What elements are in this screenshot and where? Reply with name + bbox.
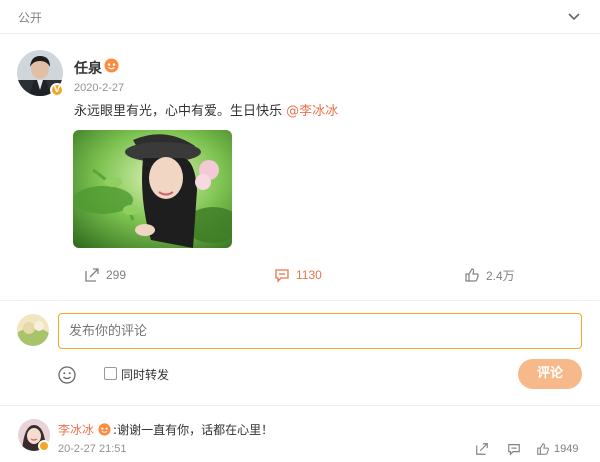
comment-button[interactable]: 1130 [274, 266, 322, 284]
comment-icon[interactable] [507, 441, 521, 457]
thumbs-up-icon [537, 443, 549, 455]
comment-text: 谢谢一直有你，话都在心里！ [117, 423, 274, 437]
commenter-name[interactable]: 李冰冰 [58, 421, 94, 438]
share-icon [85, 268, 99, 282]
comment-like-count: 1949 [554, 443, 579, 455]
like-button[interactable]: 2.4万 [464, 266, 515, 284]
comment-time: 20-2-27 21:51 [58, 443, 127, 455]
current-user-avatar[interactable] [17, 314, 49, 346]
comment-like-button[interactable]: 1949 [536, 441, 578, 457]
verified-badge-icon: V [50, 83, 64, 97]
post-photo[interactable] [73, 130, 232, 248]
post-date[interactable]: 2020-2-27 [74, 82, 124, 94]
comment-count: 1130 [296, 268, 322, 282]
author-name[interactable]: 任泉 [74, 58, 102, 78]
visibility-label[interactable]: 公开 [18, 9, 42, 26]
comment-input[interactable] [58, 313, 582, 349]
vip-crown-icon[interactable] [104, 58, 119, 73]
share-icon[interactable] [475, 441, 489, 457]
vip-crown-icon [98, 423, 111, 436]
post-text: 永远眼里有光，心中有爱。生日快乐 @李冰冰 [74, 100, 338, 119]
post-header-bar: 公开 [0, 0, 600, 34]
divider [0, 300, 600, 301]
share-count: 299 [106, 268, 127, 282]
like-count: 2.4万 [486, 268, 515, 283]
thumbs-up-icon [465, 268, 479, 282]
divider [0, 405, 600, 406]
comment-line: 李冰冰 : 谢谢一直有你，话都在心里！ [58, 421, 273, 438]
repost-checkbox-label[interactable]: 同时转发 [121, 366, 169, 383]
comment-icon [275, 269, 289, 283]
repost-checkbox[interactable] [104, 367, 117, 380]
verified-badge-icon [38, 440, 50, 452]
emoji-icon[interactable] [58, 366, 76, 384]
post-text-body: 永远眼里有光，心中有爱。生日快乐 [74, 104, 287, 119]
mention-link[interactable]: @李冰冰 [286, 104, 338, 119]
submit-comment-button[interactable]: 评论 [518, 359, 582, 389]
share-button[interactable]: 299 [84, 266, 126, 284]
chevron-down-icon[interactable] [566, 8, 582, 24]
